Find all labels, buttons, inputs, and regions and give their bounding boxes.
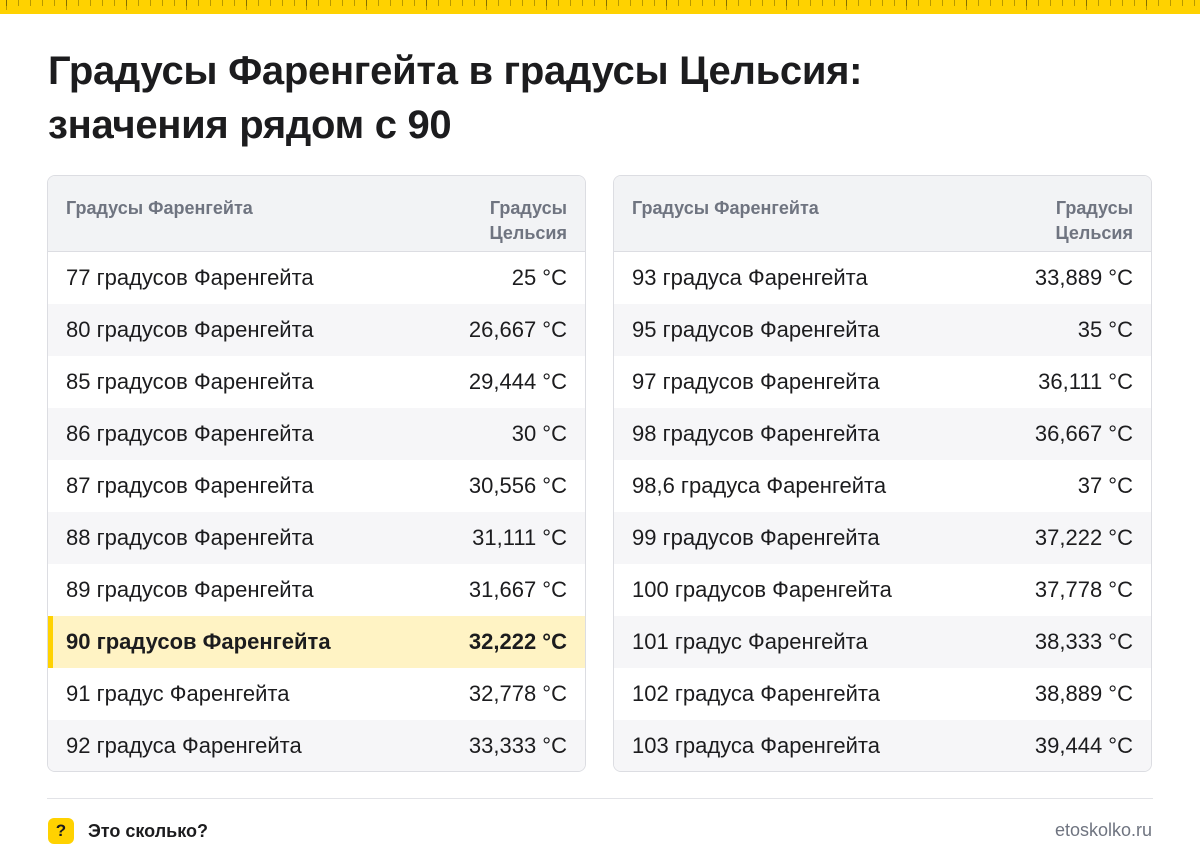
page-title-line-1: Градусы Фаренгейта в градусы Цельсия: bbox=[48, 49, 863, 93]
table-row: 97 градусов Фаренгейта 36,111 °C bbox=[614, 356, 1151, 408]
table-body: 77 градусов Фаренгейта 25 °C 80 градусов … bbox=[48, 252, 585, 771]
celsius-cell: 36,111 °C bbox=[1038, 369, 1133, 394]
celsius-cell: 25 °C bbox=[511, 265, 567, 290]
celsius-cell: 32,222 °C bbox=[468, 629, 567, 654]
column-header-celsius-line-1: Градусы bbox=[1055, 198, 1133, 218]
celsius-cell: 36,667 °C bbox=[1034, 421, 1133, 446]
celsius-cell: 38,333 °C bbox=[1034, 629, 1133, 654]
celsius-cell: 29,444 °C bbox=[468, 369, 567, 394]
fahrenheit-cell: 101 градус Фаренгейта bbox=[632, 629, 868, 654]
fahrenheit-cell: 92 градуса Фаренгейта bbox=[66, 733, 302, 758]
column-header-celsius-line-2: Цельсия bbox=[1055, 223, 1133, 243]
table-row: 98 градусов Фаренгейта 36,667 °C bbox=[614, 408, 1151, 460]
brand-name: Это сколько? bbox=[88, 820, 208, 841]
table-row: 102 градуса Фаренгейта 38,889 °C bbox=[614, 668, 1151, 720]
fahrenheit-cell: 102 градуса Фаренгейта bbox=[632, 681, 880, 706]
question-mark-icon: ? bbox=[48, 818, 74, 844]
fahrenheit-cell: 77 градусов Фаренгейта bbox=[66, 265, 314, 290]
table-row: 87 градусов Фаренгейта 30,556 °C bbox=[48, 460, 585, 512]
table-row: 80 градусов Фаренгейта 26,667 °C bbox=[48, 304, 585, 356]
celsius-cell: 30 °C bbox=[511, 421, 567, 446]
column-header-fahrenheit: Градусы Фаренгейта bbox=[66, 198, 253, 218]
table-row: 89 градусов Фаренгейта 31,667 °C bbox=[48, 564, 585, 616]
fahrenheit-cell: 90 градусов Фаренгейта bbox=[66, 629, 331, 654]
celsius-cell: 39,444 °C bbox=[1034, 733, 1133, 758]
celsius-cell: 37,778 °C bbox=[1034, 577, 1133, 602]
fahrenheit-cell: 86 градусов Фаренгейта bbox=[66, 421, 314, 446]
column-header-fahrenheit: Градусы Фаренгейта bbox=[632, 198, 819, 218]
fahrenheit-cell: 97 градусов Фаренгейта bbox=[632, 369, 880, 394]
table-row: 99 градусов Фаренгейта 37,222 °C bbox=[614, 512, 1151, 564]
fahrenheit-cell: 88 градусов Фаренгейта bbox=[66, 525, 314, 550]
table-row: 101 градус Фаренгейта 38,333 °C bbox=[614, 616, 1151, 668]
celsius-cell: 37,222 °C bbox=[1034, 525, 1133, 550]
celsius-cell: 33,333 °C bbox=[468, 733, 567, 758]
celsius-cell: 31,111 °C bbox=[472, 525, 567, 550]
footer-divider bbox=[47, 798, 1153, 799]
fahrenheit-cell: 95 градусов Фаренгейта bbox=[632, 317, 880, 342]
fahrenheit-cell: 91 градус Фаренгейта bbox=[66, 681, 290, 706]
table-row: 91 градус Фаренгейта 32,778 °C bbox=[48, 668, 585, 720]
ruler-strip bbox=[0, 0, 1200, 14]
table-row: 88 градусов Фаренгейта 31,111 °C bbox=[48, 512, 585, 564]
table-row: 77 градусов Фаренгейта 25 °C bbox=[48, 252, 585, 304]
celsius-cell: 32,778 °C bbox=[468, 681, 567, 706]
celsius-cell: 37 °C bbox=[1077, 473, 1133, 498]
table-row: 98,6 градуса Фаренгейта 37 °C bbox=[614, 460, 1151, 512]
fahrenheit-cell: 98,6 градуса Фаренгейта bbox=[632, 473, 887, 498]
table-header: Градусы Фаренгейта Градусы Цельсия bbox=[48, 176, 585, 252]
fahrenheit-cell: 100 градусов Фаренгейта bbox=[632, 577, 892, 602]
column-header-celsius: Градусы Цельсия bbox=[457, 196, 567, 251]
brand-logo[interactable]: ? Это сколько? bbox=[48, 818, 208, 844]
table-row: 100 градусов Фаренгейта 37,778 °C bbox=[614, 564, 1151, 616]
table-row: 93 градуса Фаренгейта 33,889 °C bbox=[614, 252, 1151, 304]
fahrenheit-cell: 89 градусов Фаренгейта bbox=[66, 577, 314, 602]
conversion-table-right: Градусы Фаренгейта Градусы Цельсия 93 гр… bbox=[613, 175, 1152, 772]
conversion-table-left: Градусы Фаренгейта Градусы Цельсия 77 гр… bbox=[47, 175, 586, 772]
page-title-line-2: значения рядом с 90 bbox=[48, 103, 452, 147]
table-row: 92 градуса Фаренгейта 33,333 °C bbox=[48, 720, 585, 771]
fahrenheit-cell: 99 градусов Фаренгейта bbox=[632, 525, 880, 550]
celsius-cell: 31,667 °C bbox=[468, 577, 567, 602]
fahrenheit-cell: 98 градусов Фаренгейта bbox=[632, 421, 880, 446]
column-header-celsius-line-1: Градусы bbox=[489, 198, 567, 218]
table-row: 85 градусов Фаренгейта 29,444 °C bbox=[48, 356, 585, 408]
fahrenheit-cell: 80 градусов Фаренгейта bbox=[66, 317, 314, 342]
table-header: Градусы Фаренгейта Градусы Цельсия bbox=[614, 176, 1151, 252]
celsius-cell: 26,667 °C bbox=[468, 317, 567, 342]
table-row: 86 градусов Фаренгейта 30 °C bbox=[48, 408, 585, 460]
fahrenheit-cell: 87 градусов Фаренгейта bbox=[66, 473, 314, 498]
table-row: 103 градуса Фаренгейта 39,444 °C bbox=[614, 720, 1151, 771]
column-header-celsius-line-2: Цельсия bbox=[489, 223, 567, 243]
table-body: 93 градуса Фаренгейта 33,889 °C 95 градус… bbox=[614, 252, 1151, 771]
column-header-celsius: Градусы Цельсия bbox=[1023, 196, 1133, 251]
celsius-cell: 35 °C bbox=[1077, 317, 1133, 342]
fahrenheit-cell: 85 градусов Фаренгейта bbox=[66, 369, 314, 394]
fahrenheit-cell: 103 градуса Фаренгейта bbox=[632, 733, 880, 758]
celsius-cell: 38,889 °C bbox=[1034, 681, 1133, 706]
fahrenheit-cell: 93 градуса Фаренгейта bbox=[632, 265, 868, 290]
table-row: 95 градусов Фаренгейта 35 °C bbox=[614, 304, 1151, 356]
site-link[interactable]: etoskolko.ru bbox=[1055, 820, 1152, 841]
highlighted-table-row: 90 градусов Фаренгейта 32,222 °C bbox=[48, 616, 585, 668]
celsius-cell: 30,556 °C bbox=[468, 473, 567, 498]
celsius-cell: 33,889 °C bbox=[1034, 265, 1133, 290]
page-title: Градусы Фаренгейта в градусы Цельсия: зн… bbox=[48, 44, 1148, 152]
